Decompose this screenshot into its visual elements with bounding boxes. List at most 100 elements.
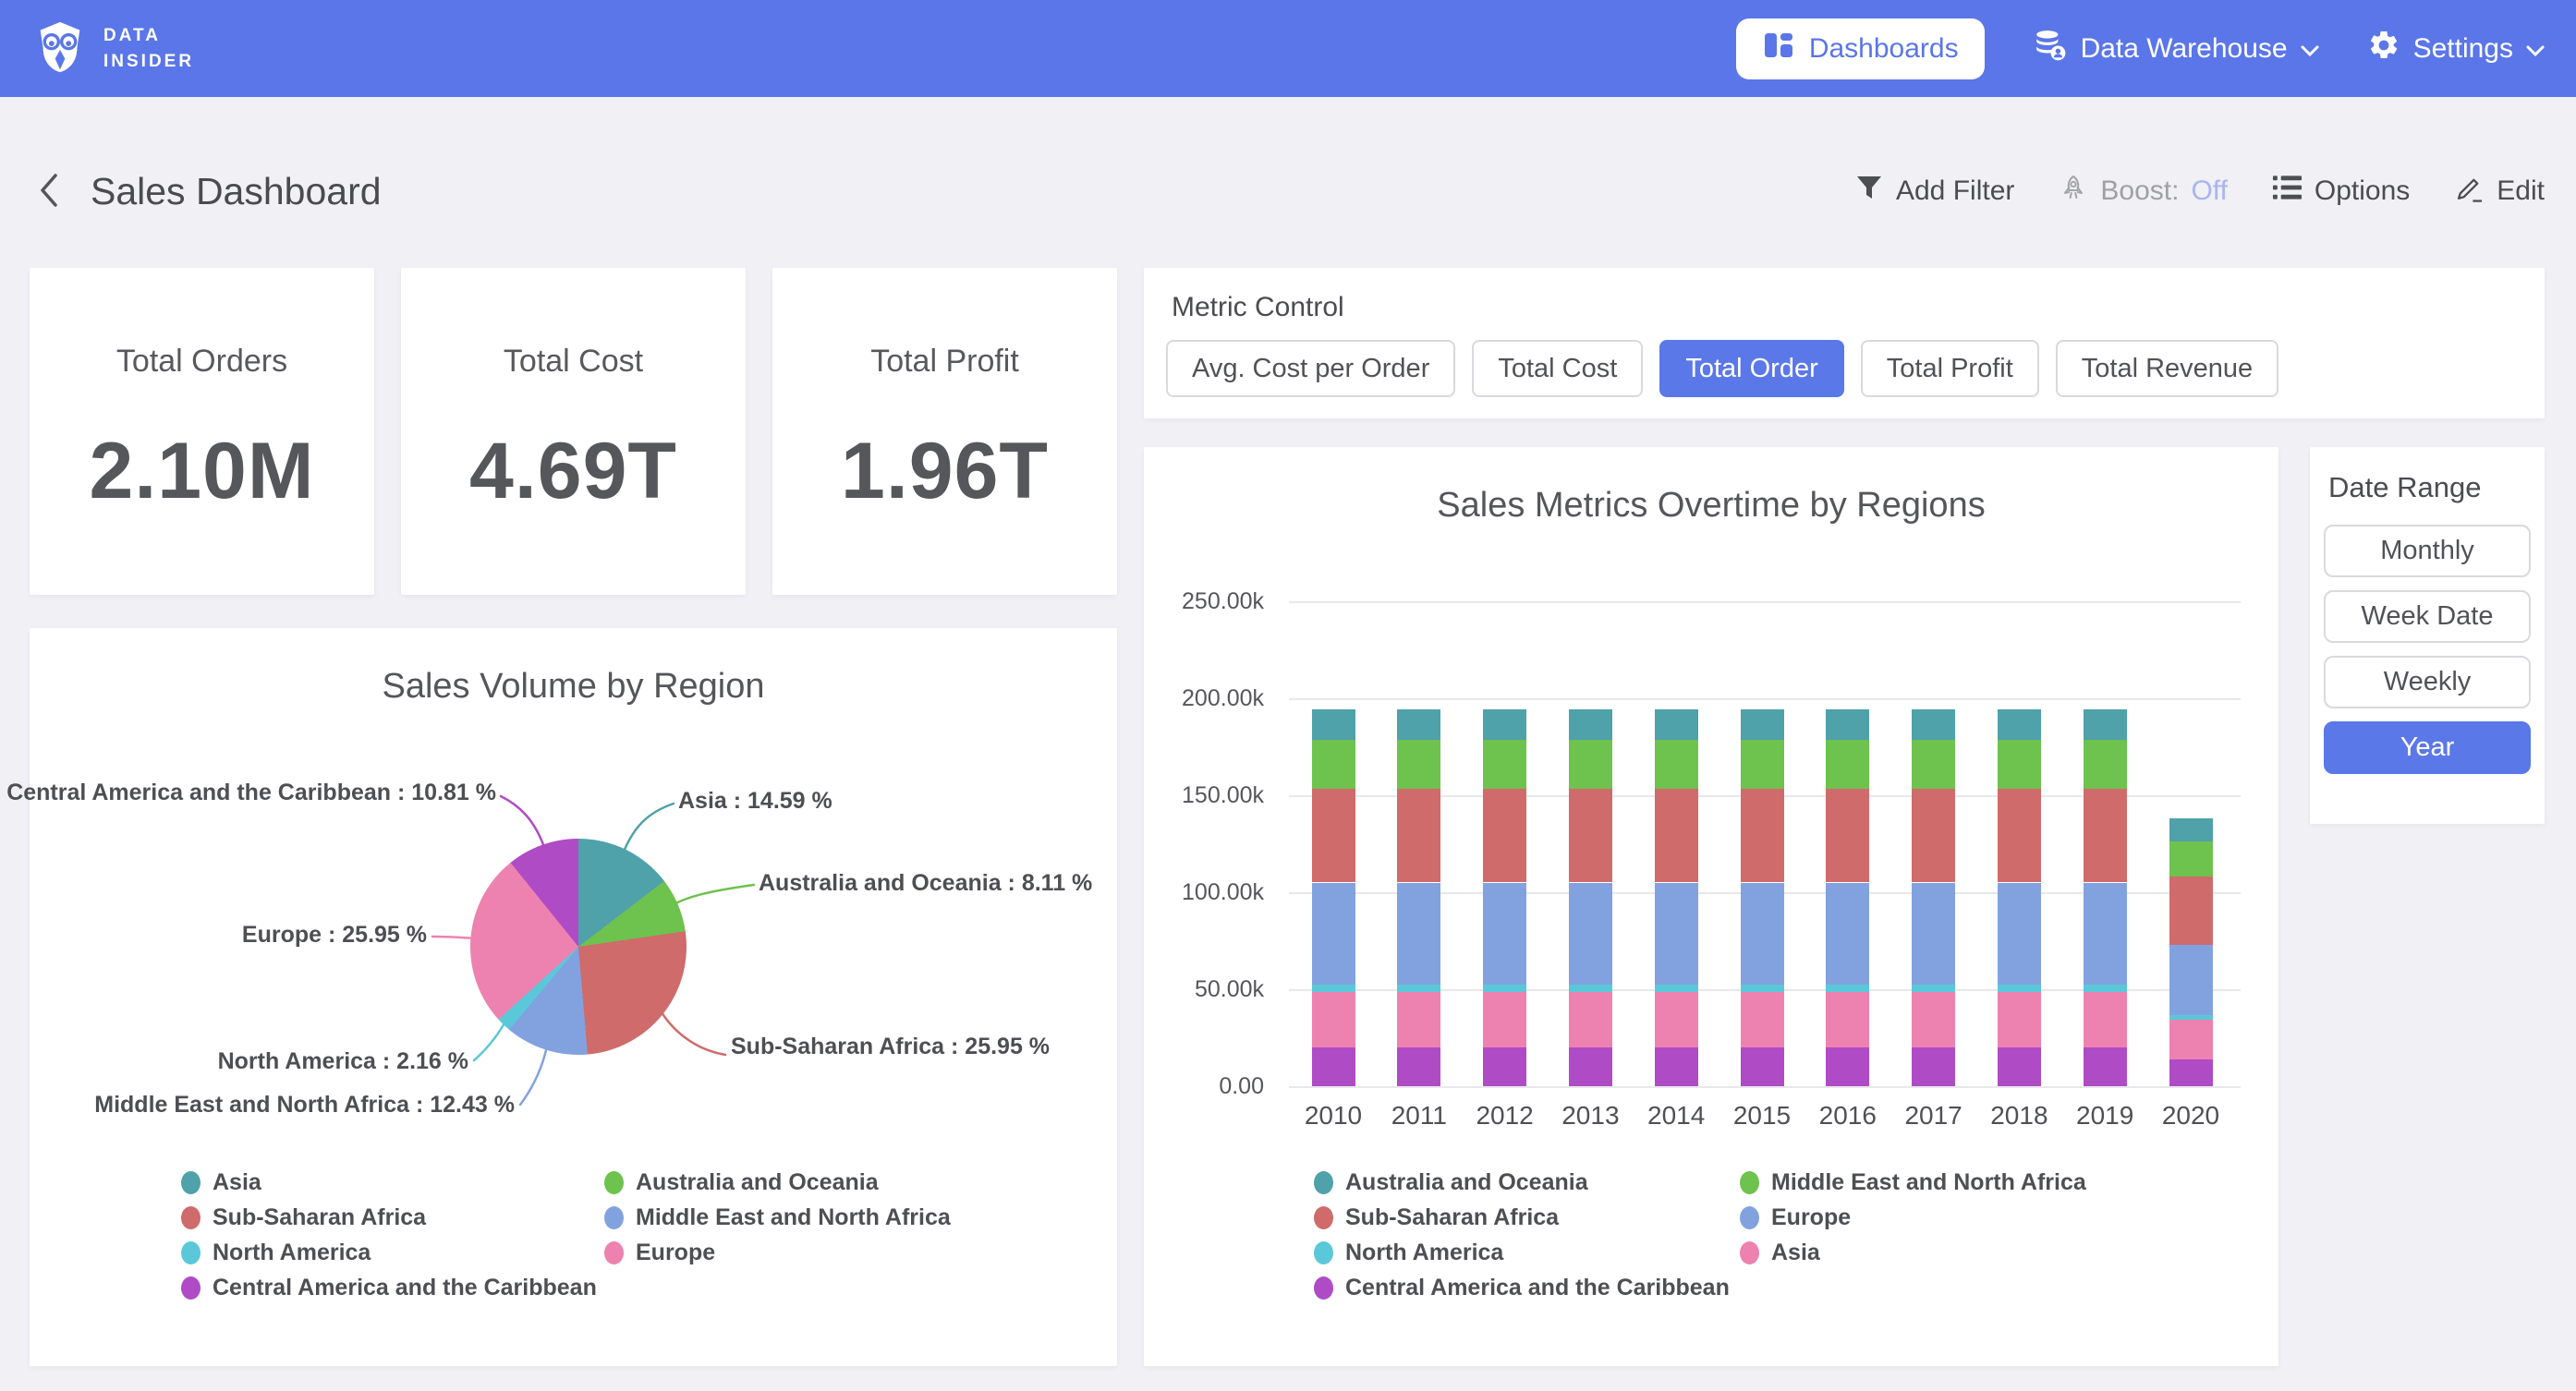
nav-dashboards-button[interactable]: Dashboards	[1736, 18, 1985, 79]
bar-segment[interactable]	[1483, 883, 1526, 985]
date-option-week-date[interactable]: Week Date	[2324, 590, 2531, 643]
bar-segment[interactable]	[1998, 1047, 2041, 1086]
bar-segment[interactable]	[1569, 883, 1612, 985]
bar-segment[interactable]	[1569, 1047, 1612, 1086]
bar-segment[interactable]	[1397, 740, 1440, 789]
legend-item[interactable]: Australia and Oceania	[1314, 1171, 1730, 1194]
bar-segment[interactable]	[1998, 883, 2041, 985]
bar-segment[interactable]	[2084, 789, 2127, 883]
bar-segment[interactable]	[1998, 992, 2041, 1047]
bar-segment[interactable]	[2084, 985, 2127, 992]
bar-segment[interactable]	[1312, 789, 1355, 883]
add-filter-button[interactable]: Add Filter	[1854, 173, 2014, 210]
legend-item[interactable]: North America	[181, 1241, 597, 1264]
back-button[interactable]	[35, 169, 72, 212]
legend-item[interactable]: Asia	[1740, 1241, 2086, 1264]
legend-item[interactable]: Europe	[1740, 1206, 2086, 1229]
bar-segment[interactable]	[1826, 709, 1869, 741]
bar-segment[interactable]	[1912, 789, 1955, 883]
bar-segment[interactable]	[1998, 985, 2041, 992]
date-option-monthly[interactable]: Monthly	[2324, 525, 2531, 577]
bar-segment[interactable]	[1569, 992, 1612, 1047]
bar-segment[interactable]	[1998, 709, 2041, 741]
bar-segment[interactable]	[1741, 1047, 1784, 1086]
bar-segment[interactable]	[1826, 789, 1869, 883]
legend-item[interactable]: Middle East and North Africa	[1740, 1171, 2086, 1194]
pie-chart[interactable]	[470, 839, 687, 1055]
bar-segment[interactable]	[2169, 1020, 2213, 1059]
bar-segment[interactable]	[1826, 985, 1869, 992]
legend-item[interactable]: North America	[1314, 1241, 1730, 1264]
legend-item[interactable]: Sub-Saharan Africa	[181, 1206, 597, 1229]
bar-segment[interactable]	[1826, 740, 1869, 789]
brand-logo[interactable]: DATA INSIDER	[31, 18, 194, 79]
bar-segment[interactable]	[1312, 1047, 1355, 1086]
bar-segment[interactable]	[2169, 841, 2213, 877]
bar-segment[interactable]	[1483, 985, 1526, 992]
edit-button[interactable]: Edit	[2454, 173, 2545, 211]
bar-segment[interactable]	[1312, 740, 1355, 789]
bar-segment[interactable]	[1397, 709, 1440, 741]
bar-segment[interactable]	[2084, 740, 2127, 789]
legend-item[interactable]: Middle East and North Africa	[604, 1206, 951, 1229]
metric-option-total-revenue[interactable]: Total Revenue	[2056, 340, 2278, 397]
metric-option-avg-cost-per-order[interactable]: Avg. Cost per Order	[1166, 340, 1455, 397]
nav-data-warehouse[interactable]: Data Warehouse	[2033, 28, 2319, 70]
legend-item[interactable]: Europe	[604, 1241, 951, 1264]
bar-segment[interactable]	[1483, 709, 1526, 741]
bar-segment[interactable]	[1741, 740, 1784, 789]
bar-segment[interactable]	[1912, 709, 1955, 741]
bar-segment[interactable]	[2084, 883, 2127, 985]
bar-segment[interactable]	[1998, 789, 2041, 883]
bar-segment[interactable]	[2084, 709, 2127, 741]
bar-segment[interactable]	[1397, 789, 1440, 883]
metric-option-total-profit[interactable]: Total Profit	[1861, 340, 2039, 397]
bar-segment[interactable]	[2169, 945, 2213, 1016]
bar-segment[interactable]	[1826, 883, 1869, 985]
bar-segment[interactable]	[1569, 789, 1612, 883]
bar-segment[interactable]	[1912, 740, 1955, 789]
boost-toggle[interactable]: Boost: Off	[2059, 173, 2228, 210]
legend-item[interactable]: Central America and the Caribbean	[181, 1276, 597, 1300]
bar-segment[interactable]	[1998, 740, 2041, 789]
legend-item[interactable]: Asia	[181, 1171, 597, 1194]
bar-segment[interactable]	[1655, 883, 1698, 985]
bar-segment[interactable]	[1569, 709, 1612, 741]
bar-segment[interactable]	[1655, 789, 1698, 883]
bar-segment[interactable]	[1312, 709, 1355, 741]
bar-segment[interactable]	[1655, 1047, 1698, 1086]
bar-segment[interactable]	[2169, 818, 2213, 841]
bar-segment[interactable]	[1483, 740, 1526, 789]
bar-segment[interactable]	[2084, 1047, 2127, 1086]
bar-segment[interactable]	[1569, 985, 1612, 992]
date-option-weekly[interactable]: Weekly	[2324, 656, 2531, 708]
bar-segment[interactable]	[1483, 1047, 1526, 1086]
bar-segment[interactable]	[1312, 992, 1355, 1047]
bar-segment[interactable]	[1655, 709, 1698, 741]
bar-segment[interactable]	[1826, 1047, 1869, 1086]
legend-item[interactable]: Central America and the Caribbean	[1314, 1276, 1730, 1300]
bar-segment[interactable]	[2169, 1059, 2213, 1086]
bar-segment[interactable]	[1912, 1047, 1955, 1086]
legend-item[interactable]: Sub-Saharan Africa	[1314, 1206, 1730, 1229]
bar-segment[interactable]	[2169, 1015, 2213, 1019]
bar-segment[interactable]	[1397, 1047, 1440, 1086]
bar-segment[interactable]	[1483, 789, 1526, 883]
bar-segment[interactable]	[2084, 992, 2127, 1047]
bar-segment[interactable]	[1912, 985, 1955, 992]
bar-segment[interactable]	[1741, 883, 1784, 985]
metric-option-total-cost[interactable]: Total Cost	[1472, 340, 1643, 397]
date-option-year[interactable]: Year	[2324, 721, 2531, 774]
bar-segment[interactable]	[2169, 877, 2213, 945]
bar-segment[interactable]	[1397, 992, 1440, 1047]
bar-segment[interactable]	[1397, 883, 1440, 985]
legend-item[interactable]: Australia and Oceania	[604, 1171, 951, 1194]
nav-settings[interactable]: Settings	[2367, 29, 2545, 69]
bar-segment[interactable]	[1912, 883, 1955, 985]
bar-segment[interactable]	[1741, 709, 1784, 741]
options-button[interactable]: Options	[2272, 174, 2410, 209]
bar-segment[interactable]	[1312, 985, 1355, 992]
bar-segment[interactable]	[1655, 992, 1698, 1047]
bar-segment[interactable]	[1569, 740, 1612, 789]
bar-segment[interactable]	[1741, 789, 1784, 883]
